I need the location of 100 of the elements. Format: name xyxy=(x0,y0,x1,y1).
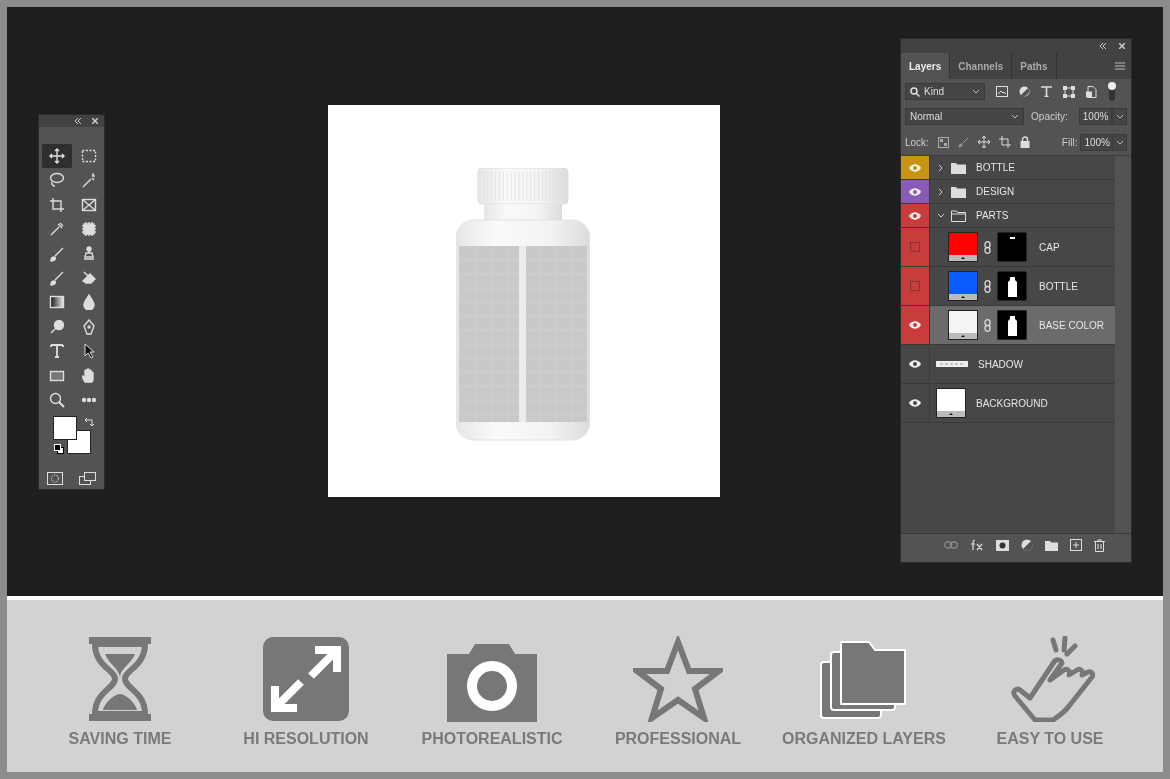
type-icon xyxy=(49,343,65,360)
lock-label: Lock: xyxy=(905,136,929,148)
brush-icon xyxy=(49,269,65,286)
foreground-color-swatch[interactable] xyxy=(53,415,77,440)
eye-icon xyxy=(909,399,921,407)
filter-dropdown[interactable]: Kind xyxy=(905,83,985,100)
swap-arrows-icon[interactable] xyxy=(84,416,94,427)
visibility-toggle[interactable] xyxy=(901,267,930,305)
document-lock-icon[interactable] xyxy=(1086,85,1097,98)
chevron-icon[interactable] xyxy=(937,211,945,220)
shadow-thumbnail xyxy=(936,361,968,367)
blend-mode-dropdown[interactable]: Normal xyxy=(905,108,1025,125)
layer-name: CAP xyxy=(1039,241,1060,253)
mask-thumbnail xyxy=(997,232,1027,262)
layer-name: BOTTLE xyxy=(1039,280,1078,292)
crossed-box-icon xyxy=(81,196,97,213)
layer-row[interactable]: SHADOW xyxy=(901,345,1115,384)
image-icon[interactable] xyxy=(996,86,1008,97)
collapse-icon[interactable] xyxy=(1099,43,1107,49)
default-colors-icon[interactable] xyxy=(54,443,64,454)
tool-button[interactable] xyxy=(42,144,72,168)
mask-thumbnail xyxy=(997,310,1027,340)
drop-icon xyxy=(81,294,97,311)
caret-icon xyxy=(972,89,980,94)
layer-name: BACKGROUND xyxy=(976,397,1048,409)
visibility-toggle[interactable] xyxy=(901,156,930,179)
feature-label: PHOTOREALISTIC xyxy=(421,730,563,748)
eye-icon xyxy=(909,321,921,329)
layer-row[interactable]: CAP xyxy=(901,228,1115,267)
fill-dropdown-button[interactable] xyxy=(1112,133,1127,151)
feature-label: SAVING TIME xyxy=(68,730,172,748)
layer-name: DESIGN xyxy=(976,186,1015,197)
panel-tab[interactable]: Layers xyxy=(901,53,951,79)
folder-icon xyxy=(951,209,966,222)
blend-mode-value: Normal xyxy=(910,111,943,122)
chevron-icon[interactable] xyxy=(937,163,945,172)
feature-label: HI RESOLUTION xyxy=(243,730,369,748)
visibility-toggle[interactable] xyxy=(901,180,930,203)
layer-name: BOTTLE xyxy=(976,162,1015,173)
lock-icon[interactable] xyxy=(1019,136,1030,148)
half-circle-icon[interactable] xyxy=(1021,539,1033,551)
visibility-toggle[interactable] xyxy=(901,228,930,266)
eraser-icon xyxy=(81,269,97,286)
fill-field[interactable]: 100% xyxy=(1080,133,1114,151)
crop-icon[interactable] xyxy=(998,136,1011,148)
caret-icon xyxy=(1011,114,1020,119)
transform-box-icon[interactable] xyxy=(1063,85,1075,98)
mask-icon[interactable] xyxy=(996,539,1009,551)
add-icon[interactable] xyxy=(1070,539,1082,551)
checkerboard-icon[interactable] xyxy=(937,136,949,148)
layer-row[interactable]: BOTTLE xyxy=(901,156,1115,180)
brush-icon[interactable] xyxy=(957,136,969,148)
layer-thumbnail xyxy=(936,388,966,418)
opacity-label: Opacity: xyxy=(1031,111,1068,122)
move-arrows-icon[interactable] xyxy=(977,136,990,148)
brush-icon xyxy=(49,245,65,262)
expand-arrows-icon xyxy=(261,636,351,722)
eyedropper-icon xyxy=(49,221,65,238)
half-circle-icon[interactable] xyxy=(1019,86,1030,97)
layer-row[interactable]: DESIGN xyxy=(901,180,1115,204)
fx-icon[interactable] xyxy=(970,539,984,551)
toggle-switch-icon[interactable] xyxy=(1108,81,1116,102)
visibility-toggle[interactable] xyxy=(901,306,930,344)
pen-nib-icon xyxy=(81,318,97,335)
layer-row[interactable]: BOTTLE xyxy=(901,267,1115,306)
opacity-dropdown-button[interactable] xyxy=(1112,108,1127,125)
close-icon[interactable] xyxy=(1119,43,1125,49)
layer-name: SHADOW xyxy=(978,358,1023,370)
layer-row[interactable]: BASE COLOR xyxy=(901,306,1115,345)
empty-checkbox-icon xyxy=(910,281,920,291)
collapse-icon[interactable] xyxy=(74,118,82,124)
filter-value: Kind xyxy=(924,86,944,97)
screen-mode-icon[interactable] xyxy=(79,471,96,485)
fill-label: Fill: xyxy=(1061,136,1078,148)
gradient-icon xyxy=(49,294,65,311)
trash-icon[interactable] xyxy=(1094,538,1105,552)
eye-icon xyxy=(909,360,921,368)
type-icon[interactable] xyxy=(1041,86,1052,97)
dashed-rectangle-icon xyxy=(81,148,97,164)
opacity-field[interactable]: 100% xyxy=(1078,108,1113,125)
eye-icon xyxy=(909,211,921,220)
layer-row[interactable]: BACKGROUND xyxy=(901,384,1115,423)
caret-icon xyxy=(1115,114,1124,119)
link-icon xyxy=(984,279,991,293)
folder-icon[interactable] xyxy=(1045,539,1058,551)
search-icon xyxy=(910,86,920,97)
close-icon[interactable] xyxy=(92,118,98,124)
layer-name: BASE COLOR xyxy=(1039,319,1105,331)
menu-icon[interactable] xyxy=(1115,62,1125,70)
quick-mask-icon[interactable] xyxy=(47,471,63,485)
stamp-icon xyxy=(81,245,97,262)
folder-icon xyxy=(951,161,966,174)
layer-row[interactable]: PARTS xyxy=(901,204,1115,228)
visibility-toggle[interactable] xyxy=(901,204,930,227)
mask-thumbnail xyxy=(997,271,1027,301)
search-icon xyxy=(49,391,65,408)
chip-icon xyxy=(81,221,97,238)
cursor-arrow-icon xyxy=(81,343,97,360)
link-icon xyxy=(984,240,991,254)
chevron-icon[interactable] xyxy=(937,187,945,196)
